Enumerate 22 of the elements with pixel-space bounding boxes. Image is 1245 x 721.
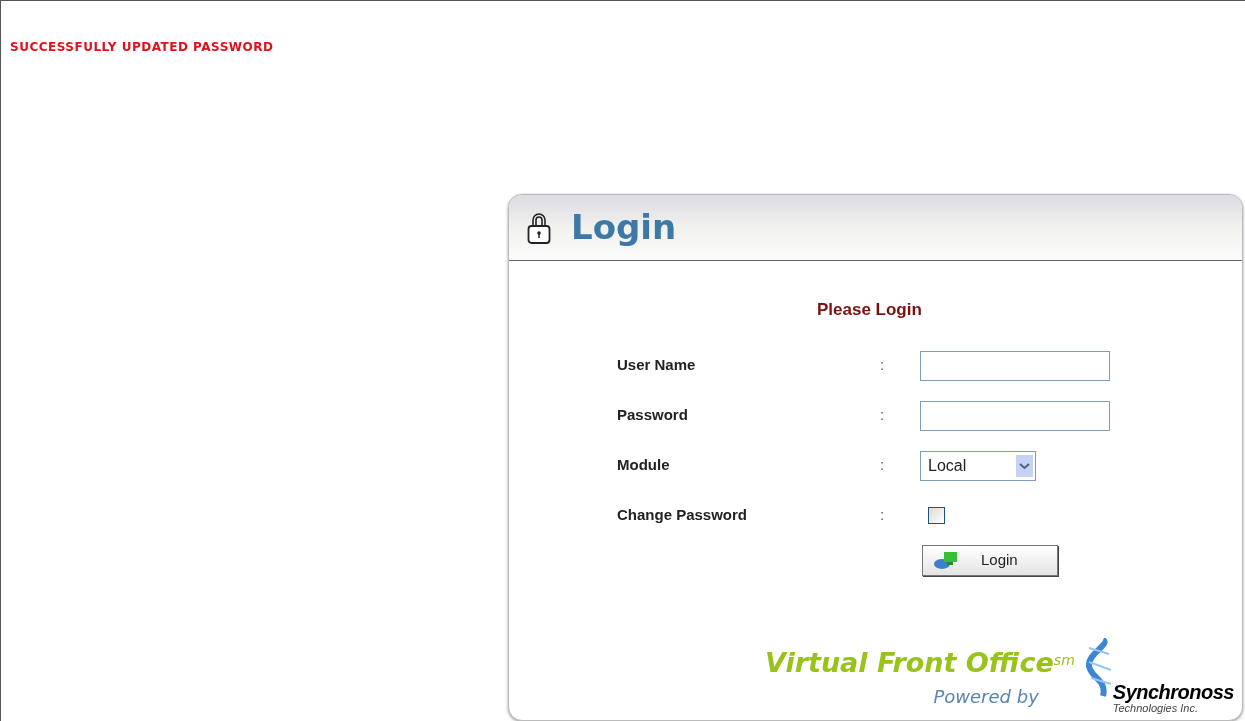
field-label: Module [617,455,671,476]
field-separator: : [880,455,886,476]
padlock-icon [527,210,551,245]
company-subtitle: Technologies Inc. [1112,702,1198,716]
username-field[interactable] [920,350,1110,381]
field-label: Change Password [617,505,749,526]
product-name: Virtual Front Office$^{sm}$ [765,645,1075,680]
company-name: Synchronoss [1112,682,1234,703]
form-heading: Please Login [817,300,922,319]
field-separator: : [880,355,886,376]
computer-network-icon [933,550,959,570]
password-field[interactable] [920,400,1110,431]
field-label: Password [617,405,689,426]
login-button[interactable]: Login [922,544,1058,576]
field-separator: : [880,405,886,426]
success-message: SUCCESSFULLY UPDATED PASSWORD [10,40,274,54]
field-separator: : [880,505,886,526]
panel-title: Login [571,206,677,249]
powered-by-text: Powered by [933,685,1039,709]
change-password-checkbox[interactable] [928,507,945,524]
module-select[interactable]: Local [920,450,1036,481]
field-label: User Name [617,355,697,376]
